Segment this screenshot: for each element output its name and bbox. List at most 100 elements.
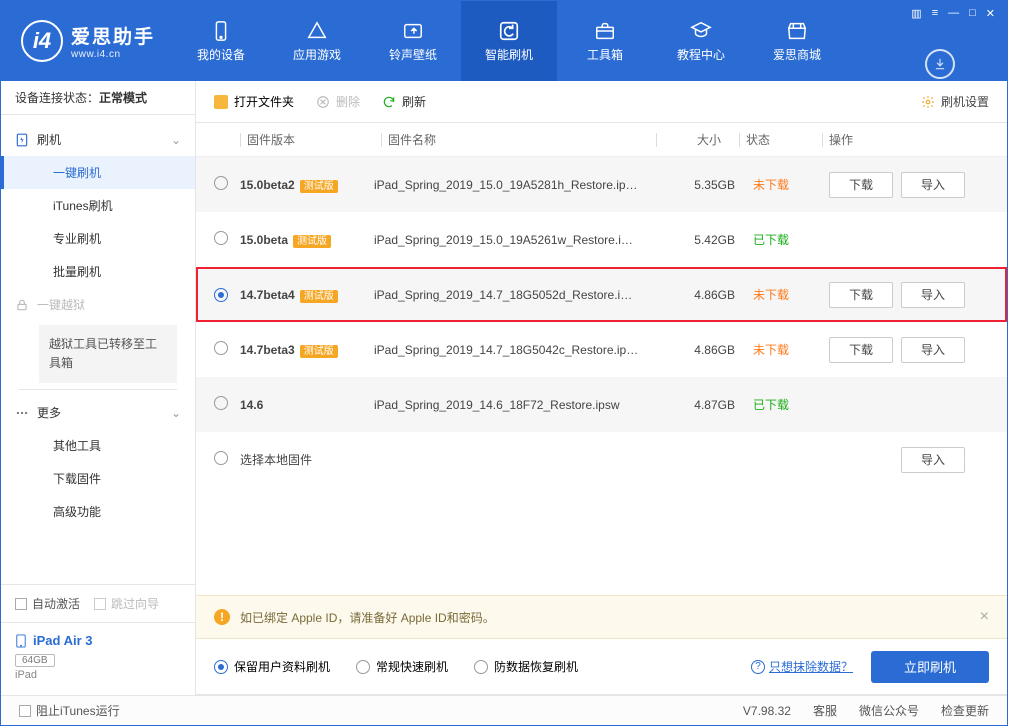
firmware-status: 已下载 [753,231,829,248]
sidebar-cat-label: 一键越狱 [37,296,85,313]
device-info[interactable]: iPad Air 3 64GB iPad [1,623,195,695]
nav-tab-label: 爱思商城 [773,46,821,63]
nav-tab-media[interactable]: 铃声壁纸 [365,1,461,81]
sidebar-item-pro[interactable]: 专业刷机 [1,222,195,255]
check-update-link[interactable]: 检查更新 [941,702,989,719]
auto-activate-checkbox[interactable]: 自动激活 [15,595,80,612]
mode-keep-data[interactable]: 保留用户资料刷机 [214,658,330,675]
download-indicator-icon[interactable] [925,49,955,79]
download-button[interactable]: 下载 [829,172,893,198]
import-button[interactable]: 导入 [901,447,965,473]
beta-badge: 测试版 [300,345,338,358]
folder-icon [214,95,228,109]
firmware-version: 14.6 [240,398,263,412]
firmware-name: iPad_Spring_2019_14.7_18G5052d_Restore.i… [374,288,677,302]
nav-tab-flash[interactable]: 智能刷机 [461,1,557,81]
menu-icon[interactable]: ≡ [932,7,938,23]
table-row[interactable]: 14.7beta3测试版iPad_Spring_2019_14.7_18G504… [196,322,1007,377]
row-radio[interactable] [214,396,228,410]
import-button[interactable]: 导入 [901,337,965,363]
sidebar-item-batch[interactable]: 批量刷机 [1,255,195,288]
apps-icon [306,20,328,42]
nav-tab-label: 智能刷机 [485,46,533,63]
firmware-status: 未下载 [753,176,829,193]
flash-settings-button[interactable]: 刷机设置 [921,93,989,110]
row-radio[interactable] [214,176,228,190]
version-label: V7.98.32 [743,704,791,718]
customer-service-link[interactable]: 客服 [813,702,837,719]
lock-icon [15,298,29,312]
mode-anti-recovery[interactable]: 防数据恢复刷机 [474,658,578,675]
wear-icon[interactable]: ▥ [911,7,921,23]
row-radio[interactable] [214,288,228,302]
open-folder-button[interactable]: 打开文件夹 [214,93,294,110]
sidebar-item-downloadfw[interactable]: 下载固件 [1,462,195,495]
sidebar-item-othertools[interactable]: 其他工具 [1,429,195,462]
beta-badge: 测试版 [293,235,331,248]
store-icon [786,20,808,42]
more-icon [15,406,29,420]
nav-tab-toolbox[interactable]: 工具箱 [557,1,653,81]
table-row-local[interactable]: 选择本地固件 导入 [196,432,1007,487]
delete-button[interactable]: 删除 [316,93,360,110]
beta-badge: 测试版 [300,290,338,303]
firmware-name: iPad_Spring_2019_14.7_18G5042c_Restore.i… [374,343,677,357]
sidebar-item-oneclick[interactable]: 一键刷机 [1,156,195,189]
nav-tab-label: 工具箱 [587,46,623,63]
skip-guide-checkbox[interactable]: 跳过向导 [94,595,159,612]
warning-icon: ! [214,609,230,625]
close-icon[interactable]: ✕ [986,7,995,23]
row-radio[interactable] [214,341,228,355]
maximize-icon[interactable]: □ [969,7,976,23]
wechat-link[interactable]: 微信公众号 [859,702,919,719]
nav-tab-apps[interactable]: 应用游戏 [269,1,365,81]
firmware-size: 4.87GB [677,398,753,412]
nav-tab-label: 教程中心 [677,46,725,63]
status-bar: 阻止iTunes运行 V7.98.32 客服 微信公众号 检查更新 [1,695,1007,725]
download-button[interactable]: 下载 [829,282,893,308]
download-button[interactable]: 下载 [829,337,893,363]
sidebar-item-itunes[interactable]: iTunes刷机 [1,189,195,222]
sidebar-item-advanced[interactable]: 高级功能 [1,495,195,528]
brand-title: 爱思助手 [71,22,155,49]
device-icon [210,20,232,42]
sidebar-cat-label: 更多 [37,404,61,421]
firmware-status: 未下载 [753,286,829,303]
mode-bar: 保留用户资料刷机 常规快速刷机 防数据恢复刷机 ?只想抹除数据？ 立即刷机 [196,639,1007,695]
delete-icon [316,95,330,109]
sidebar-cat-jailbreak: 一键越狱 [1,288,195,321]
sidebar-cat-label: 刷机 [37,131,61,148]
brand: i4 爱思助手 www.i4.cn [1,1,173,81]
firmware-status: 已下载 [753,396,829,413]
col-status: 状态 [746,131,822,148]
refresh-icon [382,95,396,109]
media-icon [402,20,424,42]
toolbox-icon [594,20,616,42]
import-button[interactable]: 导入 [901,172,965,198]
sidebar-cat-flash[interactable]: 刷机 ⌄ [1,123,195,156]
sidebar-cat-more[interactable]: 更多 ⌄ [1,396,195,429]
import-button[interactable]: 导入 [901,282,965,308]
brand-subtitle: www.i4.cn [71,49,155,60]
flash-now-button[interactable]: 立即刷机 [871,651,989,683]
table-row[interactable]: 14.7beta4测试版iPad_Spring_2019_14.7_18G505… [196,267,1007,322]
gear-icon [921,95,935,109]
erase-only-link[interactable]: ?只想抹除数据？ [751,658,853,675]
flash-icon [498,20,520,42]
mode-fast[interactable]: 常规快速刷机 [356,658,448,675]
row-radio[interactable] [214,451,228,465]
table-row[interactable]: 15.0beta2测试版iPad_Spring_2019_15.0_19A528… [196,157,1007,212]
nav-tab-tutorial[interactable]: 教程中心 [653,1,749,81]
minimize-icon[interactable]: — [948,7,959,23]
table-row[interactable]: 14.6iPad_Spring_2019_14.6_18F72_Restore.… [196,377,1007,432]
close-info-button[interactable]: × [980,608,989,626]
refresh-button[interactable]: 刷新 [382,93,426,110]
nav-tab-device[interactable]: 我的设备 [173,1,269,81]
firmware-size: 4.86GB [677,288,753,302]
nav-tab-label: 铃声壁纸 [389,46,437,63]
local-firmware-label: 选择本地固件 [240,451,374,468]
row-radio[interactable] [214,231,228,245]
table-row[interactable]: 15.0beta测试版iPad_Spring_2019_15.0_19A5261… [196,212,1007,267]
block-itunes-checkbox[interactable]: 阻止iTunes运行 [19,702,120,719]
nav-tab-store[interactable]: 爱思商城 [749,1,845,81]
